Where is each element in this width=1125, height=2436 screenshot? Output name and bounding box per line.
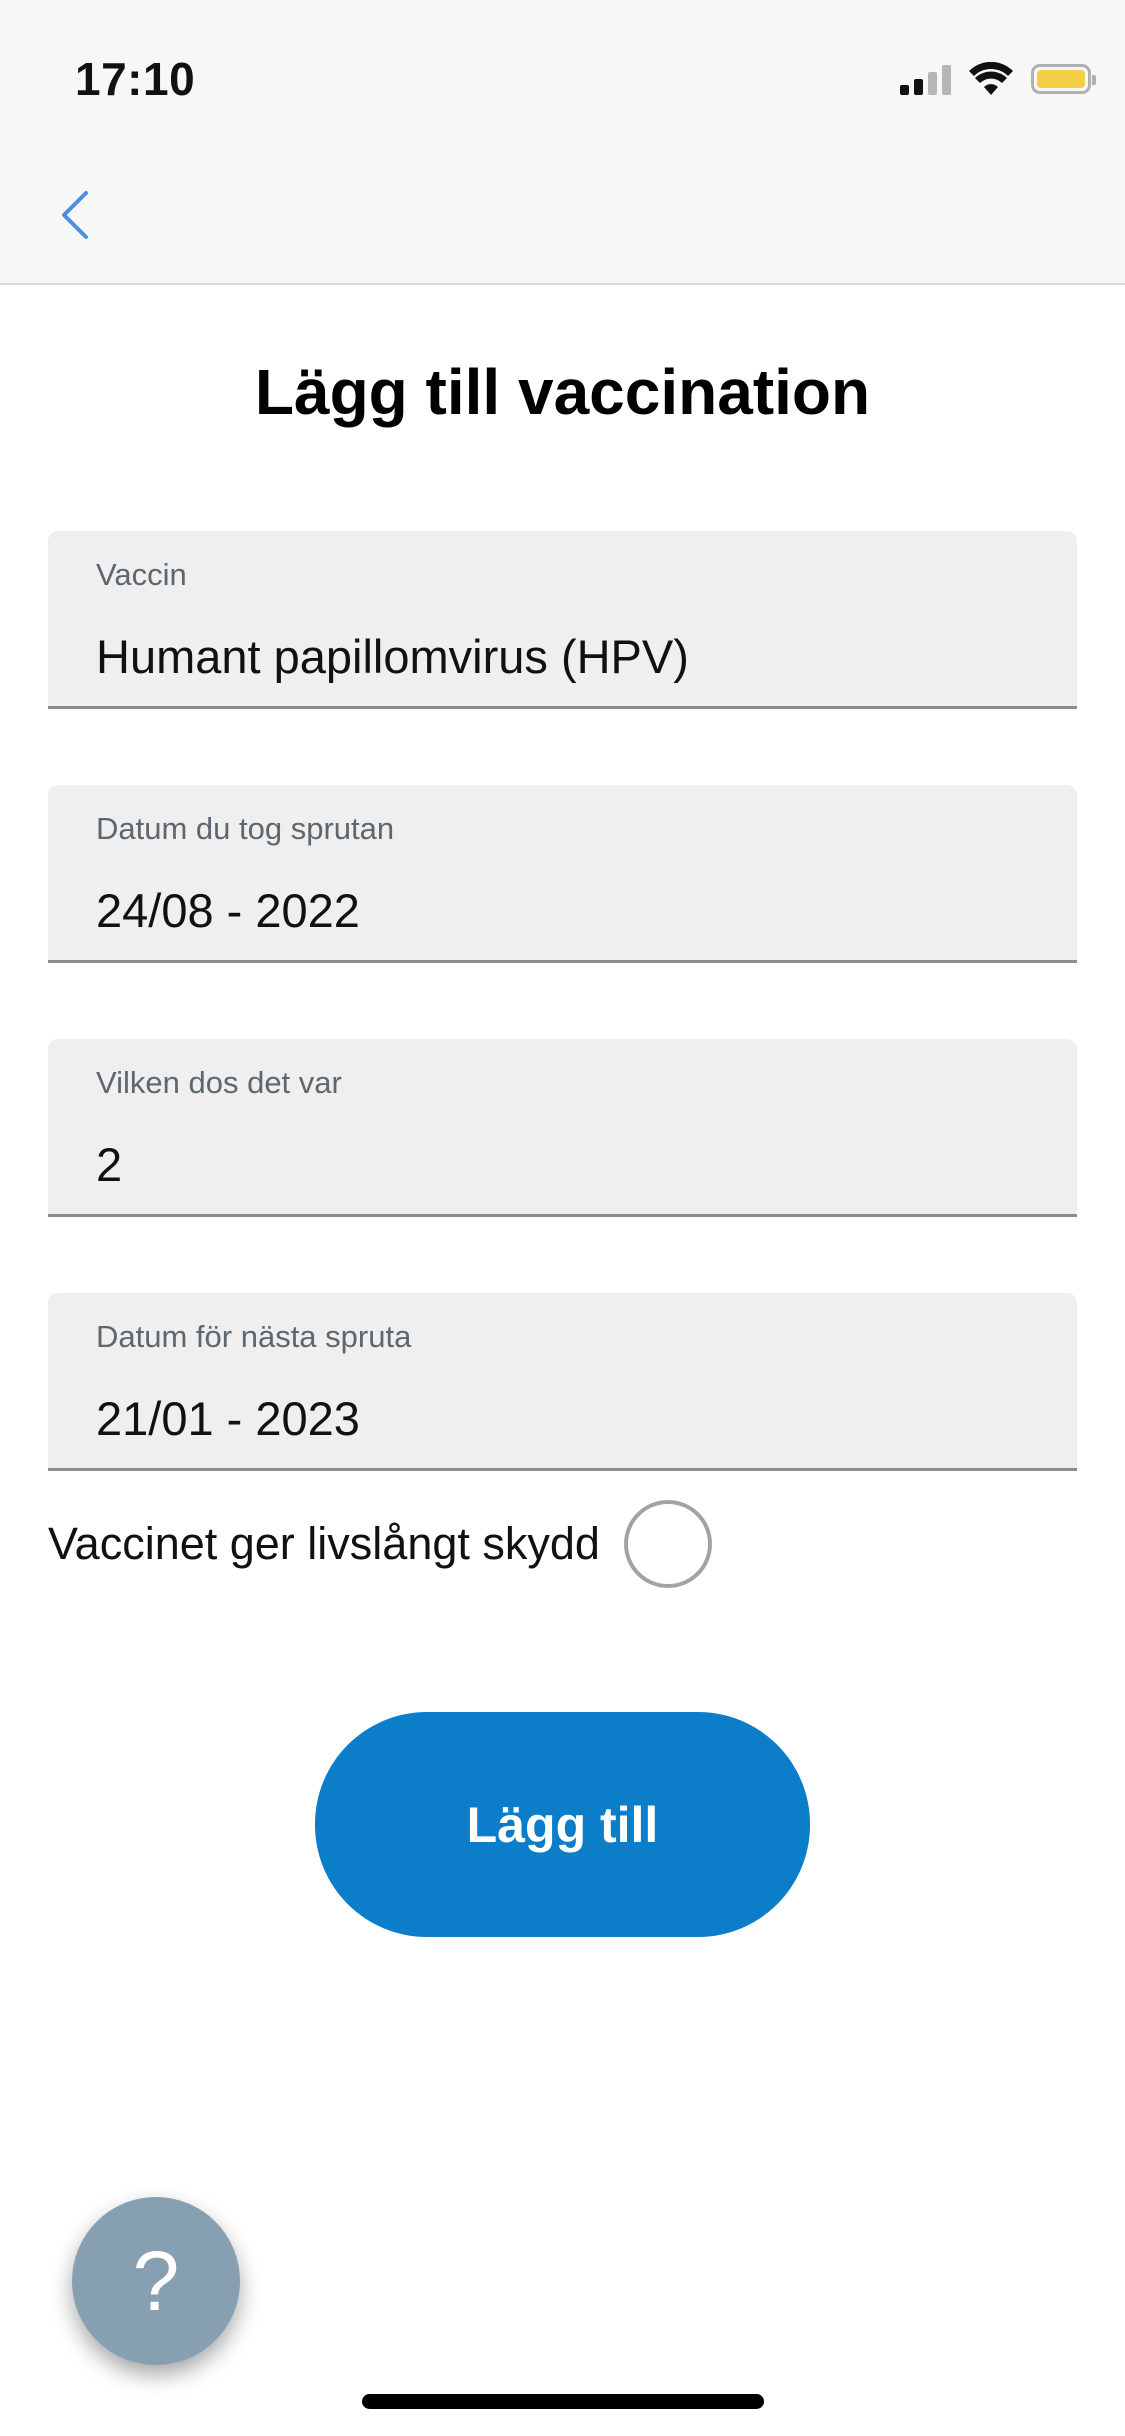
battery-icon xyxy=(1031,64,1096,94)
vaccine-field[interactable]: Vaccin Humant papillomvirus (HPV) xyxy=(48,531,1077,709)
dose-field[interactable]: Vilken dos det var 2 xyxy=(48,1039,1077,1217)
page-title: Lägg till vaccination xyxy=(254,356,871,428)
cellular-signal-icon xyxy=(900,63,951,95)
lifelong-protection-checkbox[interactable] xyxy=(623,1500,712,1588)
lifelong-protection-row: Vaccinet ger livslångt skydd xyxy=(48,1500,712,1588)
next-date-field-value: 21/01 - 2023 xyxy=(96,1392,360,1445)
dose-field-label: Vilken dos det var xyxy=(96,1065,342,1100)
vaccine-field-label: Vaccin xyxy=(96,557,187,592)
status-icons xyxy=(900,62,1096,96)
date-taken-field[interactable]: Datum du tog sprutan 24/08 - 2022 xyxy=(48,785,1077,963)
date-taken-field-label: Datum du tog sprutan xyxy=(96,811,395,846)
add-vaccination-button[interactable]: Lägg till xyxy=(315,1712,810,1937)
next-date-field[interactable]: Datum för nästa spruta 21/01 - 2023 xyxy=(48,1293,1077,1471)
status-time: 17:10 xyxy=(75,53,196,105)
back-button[interactable] xyxy=(50,185,100,245)
top-bar: 17:10 xyxy=(0,0,1125,285)
question-mark-icon: ? xyxy=(132,2233,180,2328)
dose-field-value: 2 xyxy=(96,1138,123,1191)
chevron-left-icon xyxy=(62,191,88,239)
vaccine-field-value: Humant papillomvirus (HPV) xyxy=(96,630,689,683)
date-taken-field-value: 24/08 - 2022 xyxy=(96,884,360,937)
help-button[interactable]: ? xyxy=(72,2197,240,2365)
lifelong-protection-label: Vaccinet ger livslångt skydd xyxy=(48,1518,600,1569)
next-date-field-label: Datum för nästa spruta xyxy=(96,1319,412,1354)
home-indicator xyxy=(362,2394,764,2409)
wifi-icon xyxy=(969,62,1013,95)
